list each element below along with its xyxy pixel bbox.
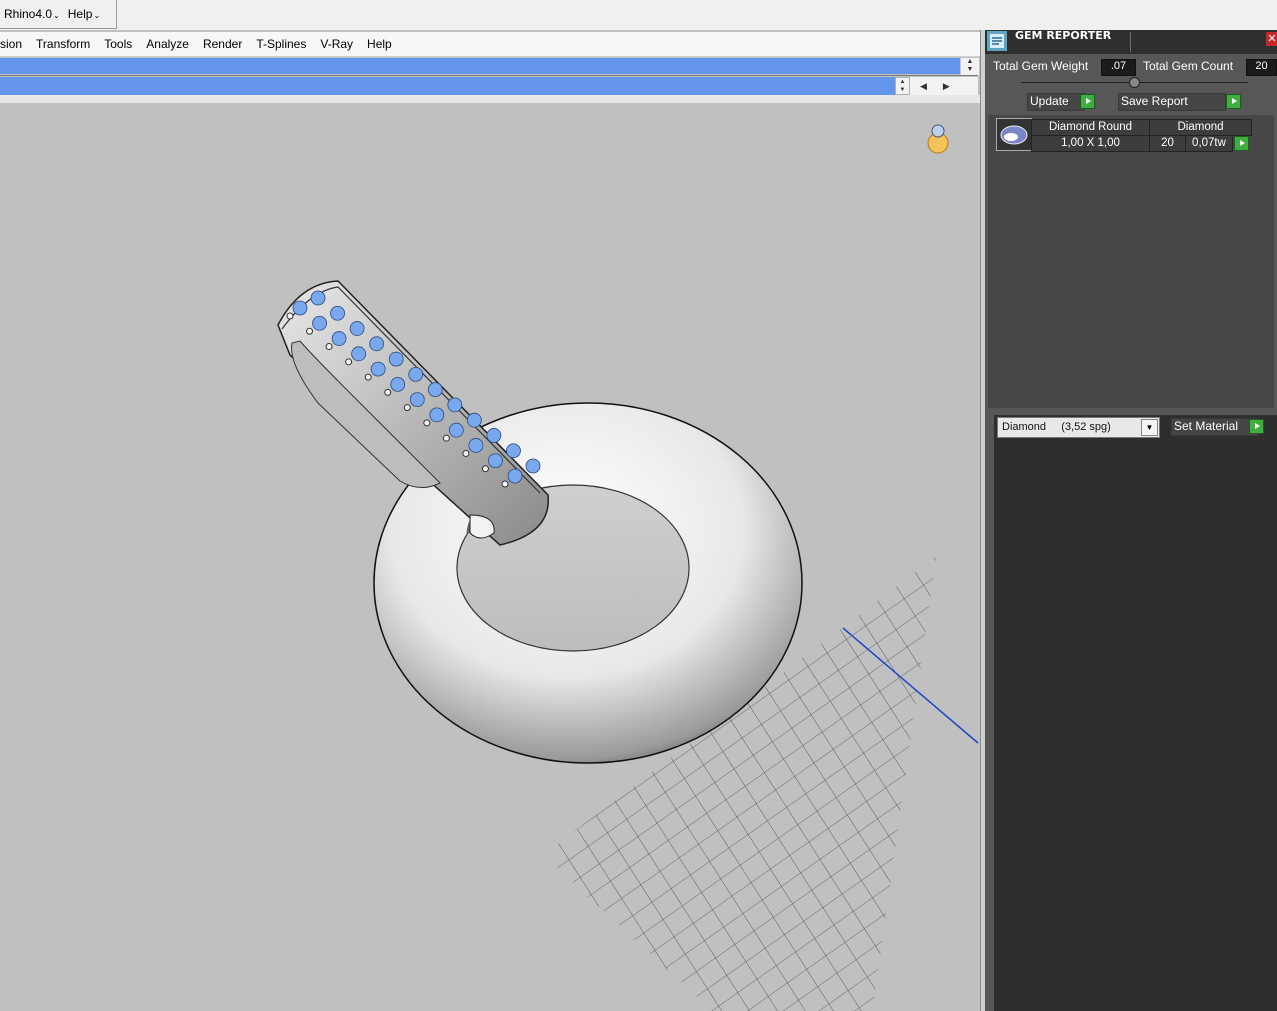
pave-stone [331,331,347,346]
pave-stone [468,438,484,453]
gem-weight: 0,07tw [1185,135,1233,152]
gem-reporter-header: GEM REPORTER ✕ [985,29,1277,54]
prong [403,404,411,412]
chevron-down-icon: ⌄ [53,11,60,20]
save-report-play-icon[interactable] [1226,94,1241,109]
pave-stone [488,453,503,469]
total-weight-label: Total Gem Weight [993,59,1089,73]
title-strip [0,0,1277,30]
pave-stone [292,300,308,316]
gem-name: Diamond Round [1031,119,1150,136]
pave-stone [466,412,482,428]
pave-stone [409,392,425,408]
command-controls: ▲ ▼ ◀ ▶ [895,77,978,95]
menu-dimension[interactable]: sion [0,37,29,51]
set-material-button[interactable]: Set Material [1171,418,1259,436]
pave-stone [312,315,327,331]
command-history-scrollbar[interactable]: ▲ ▼ [960,58,979,76]
menu-help[interactable]: Help [360,37,399,51]
menu-render[interactable]: Render [196,37,249,51]
panel-title: GEM REPORTER [1015,29,1112,42]
pave-stone [448,422,464,438]
panel-slider-knob[interactable] [1129,77,1140,88]
pave-stone [390,376,406,392]
pave-stone [408,366,424,382]
pave-stone [370,361,386,377]
save-report-button[interactable]: Save Report [1118,93,1226,111]
perspective-viewport[interactable] [0,103,980,1011]
prong [364,373,372,381]
pave-stone [447,397,463,413]
pave-stone [506,443,521,459]
chevron-down-icon[interactable]: ▼ [1141,419,1158,436]
gem-list: Diamond Round Diamond 1,00 X 1,00 20 0,0… [988,115,1274,408]
command-history[interactable] [0,58,960,74]
material-select[interactable]: Diamond (3,52 spg) ▼ [997,417,1160,438]
gem-select-play-icon[interactable] [1234,136,1249,151]
menu-tools[interactable]: Tools [97,37,139,51]
total-count-value: 20 [1246,59,1277,76]
viewport-top-border [0,95,980,103]
app-menu: Rhino4.0⌄ Help⌄ [0,0,117,29]
prong [481,465,489,473]
viewport-scene [277,124,979,1011]
spin-arrows-icon[interactable]: ▲ ▼ [895,77,910,95]
menu-vray[interactable]: V-Ray [313,37,360,51]
pave-stone [429,407,445,423]
prong [306,327,314,335]
pave-stone [525,458,541,474]
command-divider [0,75,978,76]
prong [501,480,509,488]
prong [286,312,294,320]
pave-stone [330,305,345,321]
prong [384,388,392,396]
pave-stone [427,382,443,398]
gem-count: 20 [1149,135,1186,152]
prong [345,358,353,366]
prong [423,419,431,427]
gem-thumbnail[interactable] [996,118,1032,151]
pave-stone [507,468,523,484]
command-prompt[interactable] [0,77,895,95]
gem-reporter-logo-icon [987,31,1007,51]
app-menu-rhino[interactable]: Rhino4.0⌄ [0,7,64,21]
prong [442,434,450,442]
material-area: Diamond (3,52 spg) ▼ Set Material [994,415,1277,1011]
pave-stone [486,428,502,443]
pave-stone [351,346,367,362]
menu-tsplines[interactable]: T-Splines [249,37,313,51]
prong [325,343,333,351]
pave-stone [349,321,365,336]
update-play-icon[interactable] [1080,94,1095,109]
view-gumball-icon[interactable] [927,124,949,154]
total-count-label: Total Gem Count [1143,59,1234,73]
gem-material: Diamond [1149,119,1252,136]
gem-reporter-panel: GEM REPORTER ✕ Total Gem Weight .07 Tota… [985,29,1277,1011]
arrow-right-icon[interactable]: ▶ [943,81,950,92]
prong [462,449,470,457]
gem-size: 1,00 X 1,00 [1031,135,1150,152]
rhino-menubar: sion Transform Tools Analyze Render T-Sp… [0,32,980,57]
set-material-play-icon[interactable] [1249,419,1264,434]
pave-stone [369,336,385,352]
menu-transform[interactable]: Transform [29,37,97,51]
menu-analyze[interactable]: Analyze [139,37,196,51]
tab-separator [1130,32,1131,52]
total-weight-value: .07 [1101,59,1136,76]
close-icon[interactable]: ✕ [1266,32,1277,46]
arrow-left-icon[interactable]: ◀ [920,81,927,92]
update-button[interactable]: Update [1027,93,1085,111]
chevron-down-icon: ⌄ [93,11,101,20]
pave-stone [388,351,404,367]
pave-stone [310,290,326,306]
app-menu-help[interactable]: Help⌄ [64,7,104,21]
